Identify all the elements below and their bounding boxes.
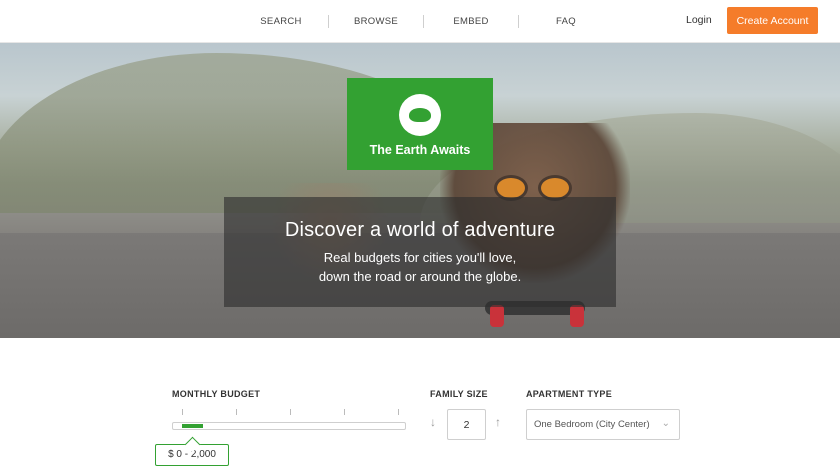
- hero-subtitle-line: down the road or around the globe.: [318, 269, 522, 284]
- monthly-budget-label: MONTHLY BUDGET: [172, 389, 261, 399]
- budget-value-tooltip: $ 0 - 2,000: [155, 444, 229, 466]
- brand-logo[interactable]: The Earth Awaits: [347, 78, 493, 170]
- family-size-input[interactable]: [447, 409, 486, 440]
- arrow-up-icon[interactable]: ↑: [491, 415, 505, 429]
- family-size-label: FAMILY SIZE: [430, 389, 488, 399]
- hero-tagline: Discover a world of adventure Real budge…: [224, 197, 616, 307]
- apartment-type-value: One Bedroom (City Center): [534, 419, 650, 430]
- nav-faq[interactable]: FAQ: [519, 16, 613, 27]
- hero-title: Discover a world of adventure: [284, 219, 556, 241]
- top-header: SEARCH BROWSE EMBED FAQ Login Create Acc…: [0, 0, 840, 43]
- hero-subtitle-line: Real budgets for cities you'll love,: [323, 250, 517, 265]
- budget-slider[interactable]: [172, 422, 406, 430]
- hero-banner: The Earth Awaits Discover a world of adv…: [0, 43, 840, 338]
- logo-text: The Earth Awaits: [369, 143, 471, 157]
- budget-slider-range[interactable]: [182, 424, 203, 428]
- hero-photo-wheel: [490, 305, 504, 327]
- login-link[interactable]: Login: [686, 14, 712, 26]
- nav-browse[interactable]: BROWSE: [329, 16, 423, 27]
- hero-subtitle: Real budgets for cities you'll love, dow…: [224, 248, 616, 286]
- chevron-down-icon: ⌄: [661, 418, 670, 429]
- earth-hands-icon: [399, 94, 441, 136]
- budget-slider-ticks: [182, 409, 400, 417]
- apartment-type-label: APARTMENT TYPE: [526, 389, 613, 399]
- apartment-type-select[interactable]: One Bedroom (City Center) ⌄: [526, 409, 680, 440]
- main-nav: SEARCH BROWSE EMBED FAQ: [234, 0, 613, 43]
- arrow-down-icon[interactable]: ↓: [426, 415, 440, 429]
- nav-embed[interactable]: EMBED: [424, 16, 518, 27]
- hero-photo-wheel: [570, 305, 584, 327]
- create-account-button[interactable]: Create Account: [727, 7, 818, 34]
- nav-search[interactable]: SEARCH: [234, 16, 328, 27]
